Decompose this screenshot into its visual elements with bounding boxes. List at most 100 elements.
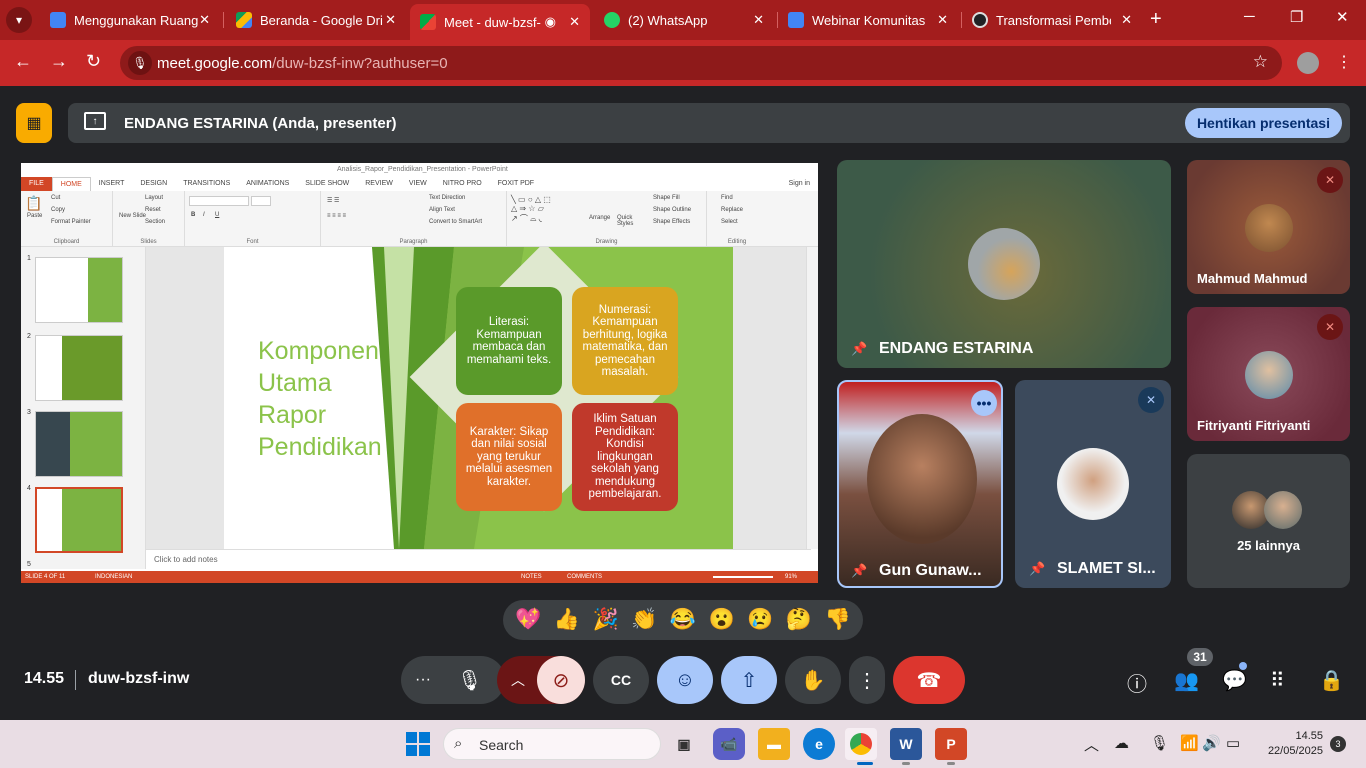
ppt-layout[interactable]: Layout: [145, 195, 163, 201]
card-iklim[interactable]: Iklim Satuan Pendidikan: Kondisi lingkun…: [572, 403, 678, 511]
reaction-thinking[interactable]: 🤔: [786, 608, 812, 632]
more-options-icon[interactable]: •••: [971, 390, 997, 416]
close-window-icon[interactable]: ✕: [1336, 8, 1349, 26]
more-options-icon[interactable]: ⋮: [849, 656, 885, 704]
zoom-slider[interactable]: [713, 576, 773, 578]
volume-icon[interactable]: 🔊: [1202, 734, 1221, 752]
align-icon[interactable]: ≡ ≡ ≡ ≡: [327, 213, 346, 219]
new-tab-plus-icon[interactable]: +: [1150, 8, 1162, 31]
ppt-tab-design[interactable]: DESIGN: [132, 177, 175, 191]
system-clock[interactable]: 14.55 22/05/2025: [1255, 729, 1323, 759]
captions-icon[interactable]: CC: [593, 656, 649, 704]
back-arrow-icon[interactable]: ←: [14, 51, 32, 72]
ppt-tab-animations[interactable]: ANIMATIONS: [238, 177, 297, 191]
ppt-format-painter[interactable]: Format Painter: [51, 219, 91, 225]
raise-hand-icon[interactable]: ✋: [785, 656, 841, 704]
slide-thumbnail-3[interactable]: [35, 411, 123, 477]
ppt-convert-smartart[interactable]: Convert to SmartArt: [429, 219, 482, 225]
ppt-select[interactable]: Select: [721, 219, 738, 225]
ppt-tab-home[interactable]: HOME: [51, 177, 91, 191]
leave-call-icon[interactable]: ☎: [893, 656, 965, 704]
ppt-reset[interactable]: Reset: [145, 207, 161, 213]
reaction-surprised[interactable]: 😮: [709, 608, 735, 632]
notification-badge[interactable]: 3: [1330, 736, 1346, 752]
paste-icon[interactable]: 📋: [25, 195, 42, 212]
wifi-icon[interactable]: 📶: [1180, 734, 1199, 752]
meeting-info-icon[interactable]: ⓘ: [1127, 668, 1147, 697]
profile-avatar[interactable]: [1297, 52, 1319, 74]
close-icon[interactable]: ✕: [753, 12, 764, 28]
battery-icon[interactable]: ▭: [1226, 734, 1240, 752]
close-icon[interactable]: ✕: [1121, 12, 1132, 28]
ppt-replace[interactable]: Replace: [721, 207, 743, 213]
ppt-sign-in[interactable]: Sign in: [781, 177, 818, 191]
tab-menggunakan-ruang[interactable]: Menggunakan Ruang ✕: [40, 4, 220, 36]
cloud-sync-icon[interactable]: ☁: [1114, 734, 1129, 752]
bold-icon[interactable]: B: [191, 212, 195, 218]
ppt-tab-slide-show[interactable]: SLIDE SHOW: [297, 177, 357, 191]
reaction-clapping[interactable]: 👏: [631, 608, 657, 632]
ppt-text-direction[interactable]: Text Direction: [429, 195, 465, 201]
audio-settings-icon[interactable]: ···: [415, 671, 431, 689]
zoom-level[interactable]: 91%: [785, 574, 797, 580]
emoji-reactions-icon[interactable]: ☺: [657, 656, 713, 704]
ppt-tab-view[interactable]: VIEW: [401, 177, 435, 191]
slide-thumbnail-2[interactable]: [35, 335, 123, 401]
reaction-thumbs-up[interactable]: 👍: [554, 608, 580, 632]
slide-thumbnail-4[interactable]: [35, 487, 123, 553]
ppt-section[interactable]: Section: [145, 219, 165, 225]
task-view-icon[interactable]: ▣: [668, 728, 700, 760]
card-numerasi[interactable]: Numerasi: Kemampuan berhitung, logika ma…: [572, 287, 678, 395]
reaction-crying[interactable]: 😢: [747, 608, 773, 632]
microphone-tray-icon[interactable]: 🎙: [1150, 734, 1169, 752]
reaction-sparkling-heart[interactable]: 💖: [515, 608, 541, 632]
windows-start-icon[interactable]: [406, 732, 430, 756]
underline-icon[interactable]: U: [215, 212, 219, 218]
tab-search-button[interactable]: ▾: [6, 7, 32, 33]
word-icon[interactable]: W: [890, 728, 922, 760]
stop-presenting-button[interactable]: Hentikan presentasi: [1184, 108, 1342, 138]
ppt-arrange[interactable]: Arrange: [589, 215, 610, 221]
tab-webinar-komunitas[interactable]: Webinar Komunitas ✕: [778, 4, 958, 36]
slide-title[interactable]: Komponen Utama Rapor Pendidikan: [258, 335, 398, 463]
font-name-select[interactable]: [189, 196, 249, 206]
close-icon[interactable]: ✕: [569, 14, 580, 30]
minimize-icon[interactable]: ─: [1244, 8, 1255, 25]
ppt-tab-nitro-pro[interactable]: NITRO PRO: [435, 177, 490, 191]
ppt-tab-insert[interactable]: INSERT: [91, 177, 133, 191]
activities-grid-icon[interactable]: ⠿: [1270, 668, 1285, 693]
slide-thumbnail-1[interactable]: [35, 257, 123, 323]
address-bar[interactable]: 🎙 meet.google.com/duw-bzsf-inw?authuser=…: [120, 46, 1282, 80]
ppt-find[interactable]: Find: [721, 195, 733, 201]
people-icon[interactable]: 👥: [1174, 668, 1199, 693]
url-text[interactable]: meet.google.com/duw-bzsf-inw?authuser=0: [157, 55, 448, 72]
comments-toggle[interactable]: COMMENTS: [567, 574, 602, 580]
taskbar-search[interactable]: ⌕ Search: [443, 728, 661, 760]
microphone-permission-icon[interactable]: 🎙: [128, 51, 152, 75]
others-tile[interactable]: 25 lainnya: [1187, 454, 1350, 588]
pin-icon[interactable]: 📌: [851, 563, 867, 579]
ppt-shape-outline[interactable]: Shape Outline: [653, 207, 691, 213]
ppt-align-text[interactable]: Align Text: [429, 207, 455, 213]
ppt-tab-review[interactable]: REVIEW: [357, 177, 401, 191]
pin-icon[interactable]: 📌: [1029, 561, 1045, 577]
card-literasi[interactable]: Literasi: Kemampuan membaca dan memahami…: [456, 287, 562, 395]
shapes-gallery-icon[interactable]: ╲ ▭ ○ △ ⬚ △ ⇒ ☆ ▱ ↗ ⌒ ⌓ ◟: [511, 195, 551, 224]
ppt-paste[interactable]: Paste: [27, 213, 42, 219]
ppt-tab-transitions[interactable]: TRANSITIONS: [175, 177, 238, 191]
present-now-icon[interactable]: ⇧: [721, 656, 777, 704]
participant-tile-endang[interactable]: 📌 ENDANG ESTARINA: [837, 160, 1171, 368]
notes-toggle[interactable]: NOTES: [521, 574, 542, 580]
camera-off-icon[interactable]: ⊘: [537, 656, 585, 704]
powerpoint-icon[interactable]: P: [935, 728, 967, 760]
tab-transformasi[interactable]: Transformasi Pembel ✕: [962, 4, 1142, 36]
teams-meet-icon[interactable]: 📹: [713, 728, 745, 760]
participant-tile-gun[interactable]: ••• 📌 Gun Gunaw...: [837, 380, 1003, 588]
reload-icon[interactable]: ↻: [86, 51, 101, 72]
pin-icon[interactable]: 📌: [851, 341, 867, 357]
forward-arrow-icon[interactable]: →: [50, 51, 68, 72]
current-slide[interactable]: Komponen Utama Rapor Pendidikan Literasi…: [224, 247, 733, 549]
browser-menu-icon[interactable]: ⋮: [1336, 52, 1352, 72]
tab-whatsapp[interactable]: (2) WhatsApp ✕: [594, 4, 774, 36]
edge-icon[interactable]: e: [803, 728, 835, 760]
